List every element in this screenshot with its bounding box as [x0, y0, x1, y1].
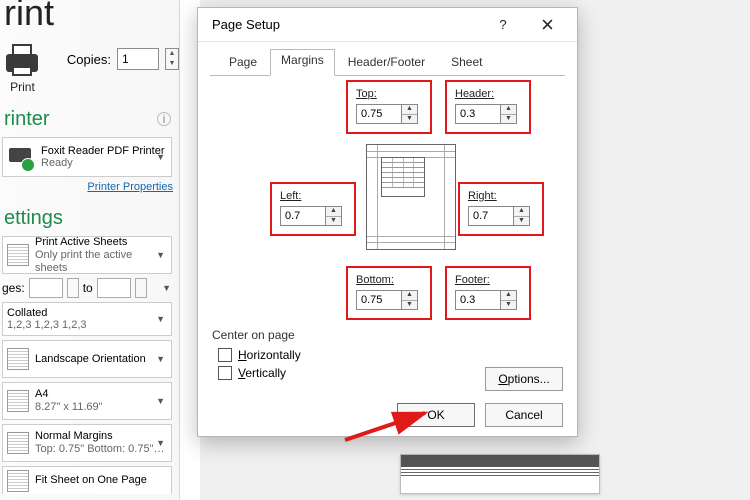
margin-header-label: Header: — [455, 88, 521, 100]
scaling-icon — [7, 470, 29, 492]
info-icon[interactable]: i — [157, 112, 171, 126]
printer-status-icon — [7, 144, 33, 170]
print-button-label: Print — [0, 80, 47, 94]
chevron-down-icon: ▼ — [156, 438, 165, 448]
margin-left-group: Left: ▲▼ — [270, 182, 356, 236]
copies-label: Copies: — [67, 52, 111, 67]
margin-bottom-label: Bottom: — [356, 274, 422, 286]
setting-margins[interactable]: Normal Margins Top: 0.75" Bottom: 0.75"…… — [2, 424, 172, 462]
pages-to-input[interactable] — [97, 278, 131, 298]
pages-from-spinner[interactable] — [67, 278, 79, 298]
setting-collate[interactable]: Collated 1,2,3 1,2,3 1,2,3 ▼ — [2, 302, 172, 336]
printer-status: Ready — [41, 157, 164, 169]
pages-from-input[interactable] — [29, 278, 63, 298]
tab-margins[interactable]: Margins — [270, 49, 335, 76]
printer-heading: rinter — [4, 108, 179, 131]
margin-header-group: Header: ▲▼ — [445, 80, 531, 134]
chevron-down-icon: ▼ — [156, 250, 165, 260]
margin-right-spinner[interactable]: ▲▼ — [514, 206, 530, 226]
view-title: rint — [4, 0, 179, 34]
printer-properties-link[interactable]: Printer Properties — [0, 181, 173, 193]
margin-footer-input[interactable] — [455, 290, 501, 310]
collate-line1: Collated — [7, 307, 167, 319]
paper-line1: A4 — [35, 388, 103, 401]
margin-top-group: Top: ▲▼ — [346, 80, 432, 134]
orientation-line1: Landscape Orientation — [35, 353, 146, 366]
pages-label: ges: — [2, 281, 25, 295]
margin-left-spinner[interactable]: ▲▼ — [326, 206, 342, 226]
setting-paper[interactable]: A4 8.27" x 11.69" ▼ — [2, 382, 172, 420]
scaling-line1: Fit Sheet on One Page — [35, 474, 147, 487]
printer-name: Foxit Reader PDF Printer — [41, 145, 164, 157]
pages-to-label: to — [83, 281, 93, 295]
ok-button[interactable]: OK — [397, 403, 475, 427]
margin-header-input[interactable] — [455, 104, 501, 124]
page-setup-dialog: Page Setup ? Page Margins Header/Footer … — [197, 7, 578, 437]
printer-icon — [2, 44, 42, 78]
center-legend: Center on page — [212, 328, 563, 342]
margin-right-label: Right: — [468, 190, 534, 202]
print-what-line1: Print Active Sheets — [35, 236, 167, 249]
close-button[interactable] — [525, 9, 569, 41]
margins-line1: Normal Margins — [35, 430, 165, 443]
setting-orientation[interactable]: Landscape Orientation ▼ — [2, 340, 172, 378]
print-button[interactable]: Print — [0, 44, 47, 94]
chevron-down-icon: ▼ — [156, 354, 165, 364]
dialog-tabs: Page Margins Header/Footer Sheet — [198, 42, 577, 75]
margins-page-preview — [366, 144, 456, 250]
margin-footer-label: Footer: — [455, 274, 521, 286]
chevron-down-icon: ▼ — [156, 152, 165, 162]
center-horizontally-checkbox[interactable]: Horizontally — [218, 348, 563, 362]
chevron-down-icon: ▼ — [162, 283, 171, 293]
checkbox-icon — [218, 348, 232, 362]
margin-header-spinner[interactable]: ▲▼ — [501, 104, 517, 124]
options-button[interactable]: Options... — [485, 367, 563, 391]
cancel-button[interactable]: Cancel — [485, 403, 563, 427]
copies-field: Copies: ▲▼ — [67, 48, 179, 70]
margin-left-label: Left: — [280, 190, 346, 202]
dialog-titlebar: Page Setup ? — [198, 8, 577, 42]
center-horizontally-label: Horizontally — [238, 348, 301, 362]
pages-to-spinner[interactable] — [135, 278, 147, 298]
center-vertically-label: Vertically — [238, 366, 286, 380]
print-backstage: rint Print Copies: ▲▼ i rinter Foxit Rea… — [0, 0, 180, 500]
setting-scaling[interactable]: Fit Sheet on One Page — [2, 466, 172, 494]
dialog-body: Top: ▲▼ Header: ▲▼ Left: ▲▼ Right: ▲▼ Bo… — [198, 76, 577, 439]
tab-header-footer[interactable]: Header/Footer — [335, 49, 438, 76]
sheets-icon — [7, 244, 29, 266]
tab-page[interactable]: Page — [216, 49, 270, 76]
chevron-down-icon: ▼ — [156, 314, 165, 324]
dialog-title: Page Setup — [212, 17, 280, 32]
margin-top-input[interactable] — [356, 104, 402, 124]
collate-line2: 1,2,3 1,2,3 1,2,3 — [7, 319, 167, 331]
orientation-icon — [7, 348, 29, 370]
margin-top-label: Top: — [356, 88, 422, 100]
close-icon — [542, 19, 553, 30]
checkbox-icon — [218, 366, 232, 380]
margin-bottom-spinner[interactable]: ▲▼ — [402, 290, 418, 310]
margin-right-input[interactable] — [468, 206, 514, 226]
margins-icon — [7, 432, 29, 454]
print-what-line2: Only print the active sheets — [35, 249, 167, 275]
chevron-down-icon: ▼ — [156, 396, 165, 406]
margin-footer-spinner[interactable]: ▲▼ — [501, 290, 517, 310]
settings-heading: ettings — [4, 207, 179, 230]
margin-bottom-group: Bottom: ▲▼ — [346, 266, 432, 320]
help-button[interactable]: ? — [481, 9, 525, 41]
paper-icon — [7, 390, 29, 412]
setting-print-what[interactable]: Print Active Sheets Only print the activ… — [2, 236, 172, 274]
preview-page-thumb — [400, 454, 600, 494]
margins-line2: Top: 0.75" Bottom: 0.75"… — [35, 443, 165, 456]
paper-line2: 8.27" x 11.69" — [35, 401, 103, 414]
pages-range: ges: to ▼ — [2, 278, 177, 298]
margin-right-group: Right: ▲▼ — [458, 182, 544, 236]
margin-left-input[interactable] — [280, 206, 326, 226]
margin-footer-group: Footer: ▲▼ — [445, 266, 531, 320]
margin-bottom-input[interactable] — [356, 290, 402, 310]
printer-select[interactable]: Foxit Reader PDF Printer Ready ▼ — [2, 137, 172, 177]
copies-input[interactable] — [117, 48, 159, 70]
tab-sheet[interactable]: Sheet — [438, 49, 495, 76]
margin-top-spinner[interactable]: ▲▼ — [402, 104, 418, 124]
copies-spinner[interactable]: ▲▼ — [165, 48, 179, 70]
